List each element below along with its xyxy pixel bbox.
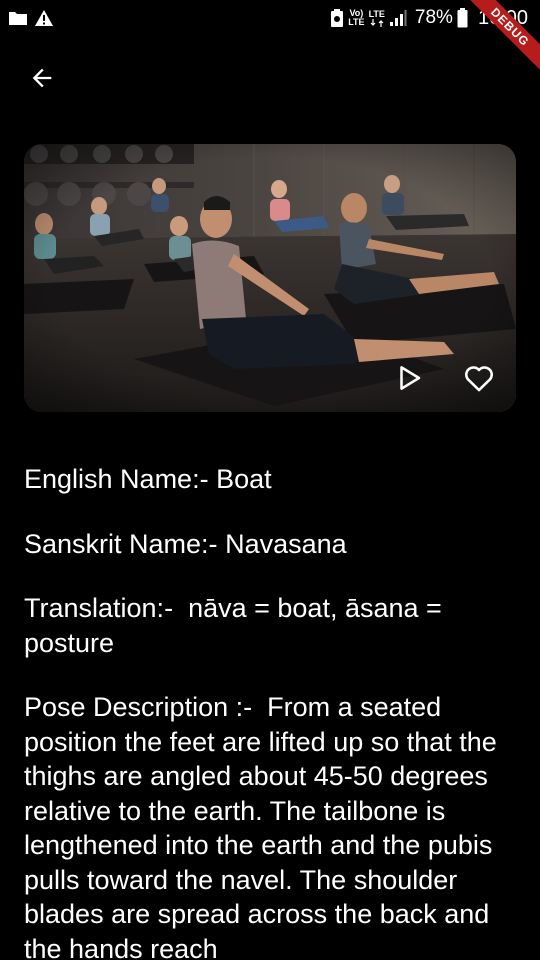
play-button[interactable] bbox=[390, 359, 428, 397]
translation: Translation:- nāva = boat, āsana = postu… bbox=[24, 591, 520, 660]
warning-icon bbox=[34, 9, 54, 27]
lte-label: LTE bbox=[368, 8, 385, 19]
status-right: Vo) LTE LTE 78% 16:00 bbox=[330, 7, 532, 30]
english-name: English Name:- Boat bbox=[24, 462, 520, 497]
battery-icon bbox=[457, 8, 468, 28]
translation-label: Translation:- bbox=[24, 593, 174, 623]
battery-percent: 78% bbox=[414, 7, 453, 28]
favorite-button[interactable] bbox=[460, 359, 498, 397]
volte-label-bottom: LTE bbox=[348, 17, 365, 27]
folder-icon bbox=[8, 10, 28, 26]
pose-photo bbox=[24, 144, 516, 412]
pose-description: Pose Description :- From a seated positi… bbox=[24, 690, 520, 960]
pose-description-label: Pose Description :- bbox=[24, 692, 253, 722]
heart-outline-icon bbox=[465, 366, 493, 392]
english-name-label: English Name:- bbox=[24, 464, 209, 494]
pose-description-value: From a seated position the feet are lift… bbox=[24, 692, 497, 960]
volte-icon: Vo) LTE bbox=[348, 9, 364, 27]
status-bar: Vo) LTE LTE 78% 16:00 bbox=[0, 0, 540, 36]
sanskrit-name-label: Sanskrit Name:- bbox=[24, 528, 218, 559]
clock: 16:00 bbox=[477, 6, 528, 29]
pose-image-card bbox=[24, 144, 516, 412]
status-left bbox=[8, 9, 54, 27]
arrow-back-icon bbox=[32, 68, 52, 88]
pose-details: English Name:- Boat Sanskrit Name:- Nava… bbox=[24, 462, 520, 960]
play-icon bbox=[400, 366, 421, 390]
sanskrit-name-value: Navasana bbox=[225, 528, 347, 559]
back-button[interactable] bbox=[22, 58, 62, 98]
signal-icon bbox=[389, 9, 407, 27]
sanskrit-name: Sanskrit Name:- Navasana bbox=[24, 527, 520, 562]
battery-saver-icon bbox=[330, 8, 344, 28]
english-name-value: Boat bbox=[216, 464, 272, 494]
lte-icon: LTE bbox=[368, 8, 385, 27]
